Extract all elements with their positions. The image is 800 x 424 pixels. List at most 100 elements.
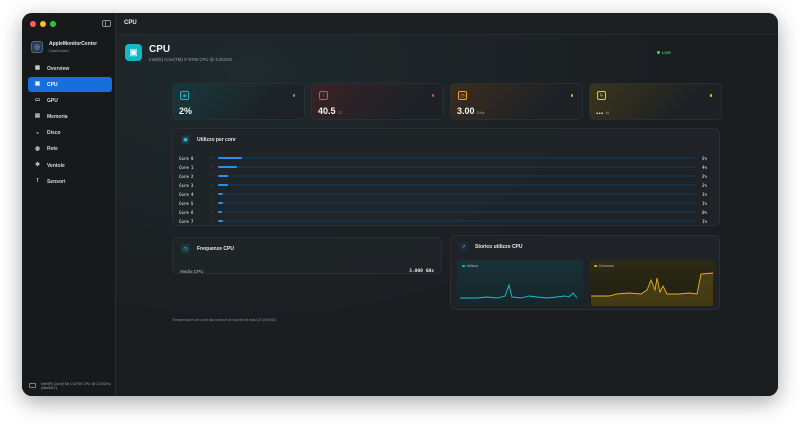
power-sparkline-svg: [591, 272, 714, 306]
status-dot-icon: [570, 94, 573, 97]
sidebar-item-label: Sensori: [47, 178, 66, 185]
core-row: Core 2 ‹ 2%: [179, 173, 707, 179]
core-usage-fill: [218, 192, 223, 196]
core-usage-title: Utilizzo per core: [197, 137, 236, 143]
sidebar-item-rete[interactable]: ◍ Rete: [28, 142, 112, 157]
brand: ◎ AppleMonitorCenter Dashboard: [31, 41, 97, 53]
sidebar-item-label: GPU: [47, 97, 58, 104]
sidebar-item-label: Overview: [47, 65, 70, 72]
window-controls: [30, 21, 56, 27]
toolbar: CPU: [116, 13, 778, 35]
frequency-row-value: 3.000 GHz: [409, 269, 434, 274]
core-row: Core 4 ‹ 1%: [179, 191, 707, 197]
chart-icon: ↗: [459, 242, 468, 251]
core-usage-bar: [218, 201, 696, 205]
page-title: CPU: [149, 44, 171, 55]
grid-icon: ▦: [34, 64, 41, 71]
chevron-left-icon: ‹: [211, 174, 213, 178]
core-percent: 1%: [702, 218, 707, 224]
core-label: Core 3: [179, 182, 194, 188]
core-percent: 1%: [702, 200, 707, 206]
sidebar-item-sensori[interactable]: ⊺ Sensori: [28, 174, 112, 189]
live-indicator: LIVE: [657, 50, 671, 55]
main-content: ▣ CPU Intel(R) Core(TM) i7-8700 CPU @ 3.…: [116, 35, 778, 396]
history-card: ↗ Storico utilizzo CPU Utilizzo Consumo: [450, 235, 720, 310]
sidebar-item-disco[interactable]: ◒ Disco: [28, 126, 112, 141]
core-usage-fill: [218, 201, 223, 205]
chevron-left-icon: ‹: [211, 183, 213, 187]
status-dot-icon: [709, 94, 712, 97]
core-usage-fill: [218, 183, 228, 187]
app-subtitle: Dashboard: [49, 48, 69, 53]
core-usage-bar: [218, 192, 696, 196]
app-logo-icon: ◎: [31, 41, 43, 53]
core-row: Core 6 ‹ 0%: [179, 209, 707, 215]
chevron-left-icon: ‹: [211, 192, 213, 196]
zoom-window-button[interactable]: [50, 21, 56, 27]
core-percent: 4%: [702, 164, 707, 170]
usage-line: [460, 283, 578, 299]
frequency-value: 3.00 GHz: [457, 106, 485, 116]
temperature-number: 40.5: [318, 106, 336, 116]
core-percent: 2%: [702, 173, 707, 179]
power-number: ...: [596, 106, 604, 116]
cpu-icon: ▣: [125, 44, 142, 61]
chevron-left-icon: ‹: [211, 210, 213, 214]
sidebar-nav: ▦ Overview ▣ CPU ▭ GPU ▤ Memoria ◒ Disco ◍ Rete ✻ Ven…: [28, 61, 112, 191]
core-usage-fill: [218, 165, 238, 169]
core-percent: 2%: [702, 182, 707, 188]
sidebar-item-label: Ventole: [47, 162, 65, 169]
core-row: Core 1 ‹ 4%: [179, 164, 707, 170]
status-dot-icon: [292, 94, 295, 97]
sidebar-toggle-icon[interactable]: [102, 20, 111, 27]
chevron-left-icon: ‹: [211, 165, 213, 169]
sidebar-item-label: CPU: [47, 81, 58, 88]
status-dot-icon: [431, 94, 434, 97]
power-value: ... W: [596, 106, 609, 116]
power-unit: W: [605, 110, 610, 115]
temperature-stat-card: ⊺ 40.5 °C: [311, 83, 444, 120]
core-usage-fill: [218, 210, 222, 214]
chevron-left-icon: ‹: [211, 219, 213, 223]
core-percent: 1%: [702, 191, 707, 197]
cpu-model: Intel(R) Core(TM) i7-8700 CPU @ 3.20GHz: [149, 57, 233, 62]
toolbar-title: CPU: [124, 20, 137, 26]
thermometer-icon: ⊺: [36, 178, 39, 185]
sidebar-item-memoria[interactable]: ▤ Memoria: [28, 110, 112, 125]
core-label: Core 0: [179, 155, 194, 161]
usage-sparkline-svg: [460, 283, 578, 299]
frequency-row-label: Media CPU: [180, 269, 204, 274]
fan-icon: ✻: [35, 161, 40, 168]
sidebar-item-gpu[interactable]: ▭ GPU: [28, 93, 112, 108]
sidebar-item-cpu[interactable]: ▣ CPU: [28, 77, 112, 93]
minimize-window-button[interactable]: [40, 21, 46, 27]
core-percent: 5%: [702, 155, 707, 161]
core-icon: ▣: [181, 135, 190, 144]
power-stat-card: ϟ... W: [589, 83, 722, 120]
sidebar-item-label: Rete: [47, 146, 58, 153]
core-usage-bar: [218, 156, 696, 160]
frequency-unit: GHz: [476, 110, 485, 115]
sidebar-item-overview[interactable]: ▦ Overview: [28, 61, 112, 76]
power-sparkline: Consumo: [589, 260, 715, 306]
bolt-icon: ϟ: [597, 91, 606, 100]
frequency-stat-card: ◷ 3.00 GHz: [450, 83, 583, 120]
chevron-left-icon: ‹: [211, 201, 213, 205]
core-label: Core 6: [179, 209, 194, 215]
chevron-left-icon: ‹: [211, 156, 213, 160]
network-icon: ◍: [35, 145, 40, 152]
clock-icon: ◷: [181, 244, 190, 253]
sidebar-item-ventole[interactable]: ✻ Ventole: [28, 158, 112, 173]
sidebar-footer: Intel(R) Core(TM) i7-8700 CPU @ 3.20GHz …: [29, 382, 111, 390]
app-name: AppleMonitorCenter: [49, 41, 98, 47]
core-row: Core 3 ‹ 2%: [179, 182, 707, 188]
machine-info: Intel(R) Core(TM) i7-8700 CPU @ 3.20GHz …: [41, 382, 111, 390]
core-label: Core 1: [179, 164, 194, 170]
core-percent: 0%: [702, 209, 707, 215]
monitor-icon: ▭: [34, 97, 41, 104]
close-window-button[interactable]: [30, 21, 36, 27]
sidebar-item-label: Disco: [47, 130, 61, 137]
cpu-icon: ▣: [34, 80, 41, 87]
frequency-title: Frequenze CPU: [197, 246, 234, 252]
core-label: Core 7: [179, 218, 194, 224]
